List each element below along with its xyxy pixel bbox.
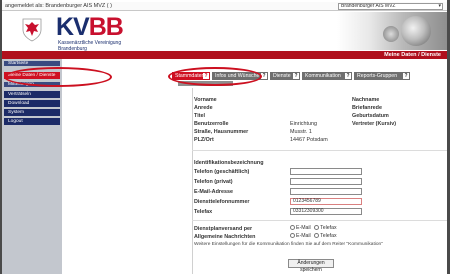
tab-kommunikation[interactable]: Kommunikation? [302,72,352,80]
account-select[interactable]: Brandenburger AIS MVZ ▾ [338,3,443,10]
site-header: KVBB Kassenärztliche Vereinigung Branden… [2,12,447,51]
label-briefanrede: Briefanrede [352,105,382,111]
top-strip: angemeldet als: Brandenburger AIS MVZ ( … [2,2,447,11]
label-vorname: Vorname [194,97,217,103]
label-benutzerrolle: Benutzerrolle [194,121,229,127]
help-icon: ? [293,73,299,79]
sidebar-item-download[interactable]: Download [4,100,60,108]
tab-dienste[interactable]: Dienste? [270,72,300,80]
browser-frame: angemeldet als: Brandenburger AIS MVZ ( … [0,0,450,274]
label-diensttelefon: Diensttelefonnummer [194,199,250,205]
dienstplan-telefax-radio[interactable] [314,225,320,231]
kommunikation-note: Weitere Einstellungen für die Kommunikat… [194,242,383,247]
nachrichten-email-radio[interactable] [290,233,295,239]
kvbb-logo[interactable]: KVBB [56,15,124,40]
label-nachname: Nachname [352,97,380,103]
header-photo [337,12,447,50]
dienstplan-email-radio[interactable] [290,225,295,231]
chevron-down-icon: ▾ [438,3,441,9]
label-telefax: Telefax [194,209,213,215]
diensttelefon-input[interactable]: 0123456789 [290,198,362,205]
divider [192,150,447,151]
dienstplan-options: E-Mail Telefax [290,225,337,231]
value-strasse: Musstr. 1 [290,129,312,135]
help-icon: ? [403,73,409,79]
title-bar: Meine Daten / Dienste [2,51,447,59]
nav-highlight-ellipse [4,67,112,87]
divider [192,220,447,221]
save-changes-button[interactable]: Änderungen speichern [288,259,334,273]
nachrichten-telefax-radio[interactable] [314,233,320,239]
value-benutzerrolle: Einrichtung [290,121,317,127]
telefax-input[interactable]: 03312309300 [290,208,362,215]
email-input[interactable] [290,188,362,195]
sidebar-item-system[interactable]: System [4,109,60,117]
value-plz-ort: 14467 Potsdam [290,137,328,143]
label-strasse: Straße, Hausnummer [194,129,249,135]
telefon-privat-input[interactable] [290,178,362,185]
label-plz-ort: PLZ/Ort [194,137,214,143]
label-telefon-geschaeftlich: Telefon (geschäftlich) [194,169,250,175]
account-select-value: Brandenburger AIS MVZ [341,3,396,9]
tab-highlight-ellipse [168,67,262,86]
label-anrede: Anrede [194,105,213,111]
sidebar-item-vertraetseln[interactable]: Verträtseln [4,91,60,99]
tab-reports-gruppen[interactable]: Reports-Gruppen? [354,72,410,80]
brandenburg-eagle-crest-icon [22,18,42,42]
label-titel: Titel [194,113,205,119]
help-icon: ? [345,73,351,79]
page-title: Meine Daten / Dienste [384,52,441,58]
label-telefon-privat: Telefon (privat) [194,179,233,185]
logged-in-label: angemeldet als: Brandenburger AIS MVZ ( … [5,3,112,9]
label-allgemeine-nachrichten: Allgemeine Nachrichten [194,234,256,240]
label-email: E-Mail-Adresse [194,189,233,195]
label-identifikation: Identifikationsbezeichnung [194,160,264,166]
telefon-geschaeftlich-input[interactable] [290,168,362,175]
nachrichten-options: E-Mail Telefax [290,233,337,239]
label-dienstplanversand: Dienstplanversand per [194,226,253,232]
label-geburtsdatum: Geburtsdatum [352,113,389,119]
sidebar-item-logout[interactable]: Logout [4,118,60,126]
label-vertreter: Vertreter (Kursiv) [352,121,397,127]
